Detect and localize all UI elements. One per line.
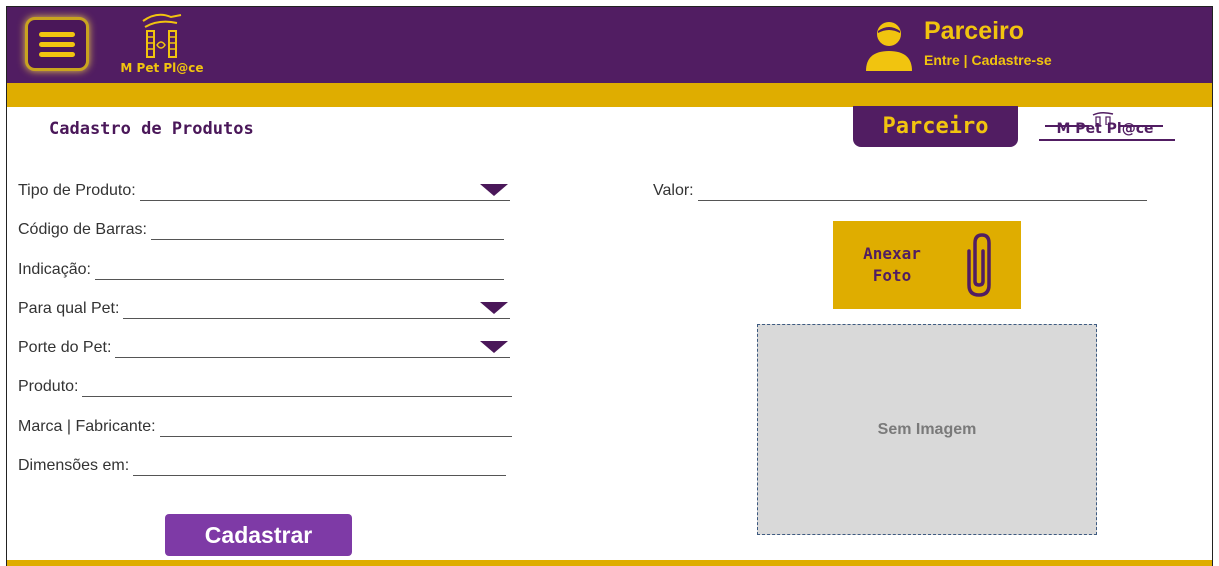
- signup-link[interactable]: Cadastre-se: [972, 52, 1052, 68]
- attach-label-line1: Anexar: [863, 244, 921, 263]
- para-qual-pet-field: Para qual Pet:: [18, 295, 510, 319]
- codigo-barras-field: Código de Barras:: [18, 216, 504, 240]
- user-icon[interactable]: [862, 19, 916, 71]
- header-accent-band: [7, 83, 1212, 107]
- top-header: M Pet Pl@ce Parceiro Entre | Cadastre-se: [7, 7, 1212, 83]
- para-qual-pet-select[interactable]: [123, 299, 510, 319]
- valor-field: Valor:: [653, 177, 1147, 201]
- tipo-produto-label: Tipo de Produto:: [18, 182, 136, 199]
- image-preview: Sem Imagem: [757, 324, 1097, 535]
- pet-place-logo-icon: [142, 13, 182, 58]
- porte-pet-field: Porte do Pet:: [18, 334, 510, 358]
- tipo-produto-select[interactable]: [139, 181, 510, 201]
- indicacao-input[interactable]: [94, 260, 504, 280]
- dimensoes-label: Dimensões em:: [18, 457, 130, 474]
- app-window: M Pet Pl@ce Parceiro Entre | Cadastre-se…: [6, 6, 1213, 566]
- porte-pet-label: Porte do Pet:: [18, 339, 112, 356]
- dimensoes-field: Dimensões em:: [18, 452, 506, 476]
- tipo-produto-field: Tipo de Produto:: [18, 177, 510, 201]
- menu-icon-bar: [39, 41, 75, 47]
- codigo-barras-label: Código de Barras:: [18, 221, 147, 238]
- indicacao-label: Indicação:: [18, 261, 91, 278]
- role-badge: Parceiro: [853, 106, 1018, 147]
- produto-input[interactable]: [82, 377, 512, 397]
- paperclip-icon: [967, 233, 991, 297]
- indicacao-field: Indicação:: [18, 256, 504, 280]
- marca-field: Marca | Fabricante:: [18, 413, 512, 437]
- logo-underline: [1039, 139, 1175, 141]
- dropdown-caret-icon[interactable]: [480, 341, 508, 353]
- footer-accent-band: [7, 560, 1212, 566]
- user-area: Parceiro Entre | Cadastre-se: [862, 15, 1122, 75]
- marca-label: Marca | Fabricante:: [18, 418, 156, 435]
- auth-separator: |: [959, 52, 972, 68]
- attach-photo-label: Anexar Foto: [849, 243, 935, 287]
- produto-label: Produto:: [18, 378, 79, 395]
- codigo-barras-input[interactable]: [150, 220, 504, 240]
- dropdown-caret-icon[interactable]: [480, 184, 508, 196]
- valor-label: Valor:: [653, 182, 694, 199]
- brand-logo[interactable]: M Pet Pl@ce: [107, 11, 217, 77]
- attach-label-line2: Foto: [872, 266, 912, 285]
- login-link[interactable]: Entre: [924, 52, 960, 68]
- user-title: Parceiro: [924, 17, 1025, 45]
- valor-input[interactable]: [697, 181, 1147, 201]
- page-title: Cadastro de Produtos: [49, 119, 254, 139]
- dimensoes-input[interactable]: [133, 456, 506, 476]
- produto-field: Produto:: [18, 373, 512, 397]
- attach-photo-button[interactable]: Anexar Foto: [833, 221, 1021, 309]
- cadastrar-button[interactable]: Cadastrar: [165, 514, 352, 556]
- menu-button[interactable]: [25, 17, 89, 71]
- menu-icon-bar: [39, 51, 75, 57]
- auth-links: Entre | Cadastre-se: [924, 52, 1052, 68]
- dropdown-caret-icon[interactable]: [480, 302, 508, 314]
- brand-name-secondary: M Pet Pl@ce: [1056, 121, 1154, 137]
- porte-pet-select[interactable]: [115, 338, 510, 358]
- brand-name: M Pet Pl@ce: [120, 61, 204, 75]
- menu-icon: [39, 31, 75, 37]
- para-qual-pet-label: Para qual Pet:: [18, 300, 120, 317]
- marca-input[interactable]: [159, 417, 512, 437]
- image-placeholder-text: Sem Imagem: [877, 420, 977, 438]
- brand-logo-secondary: M Pet Pl@ce: [1025, 109, 1185, 153]
